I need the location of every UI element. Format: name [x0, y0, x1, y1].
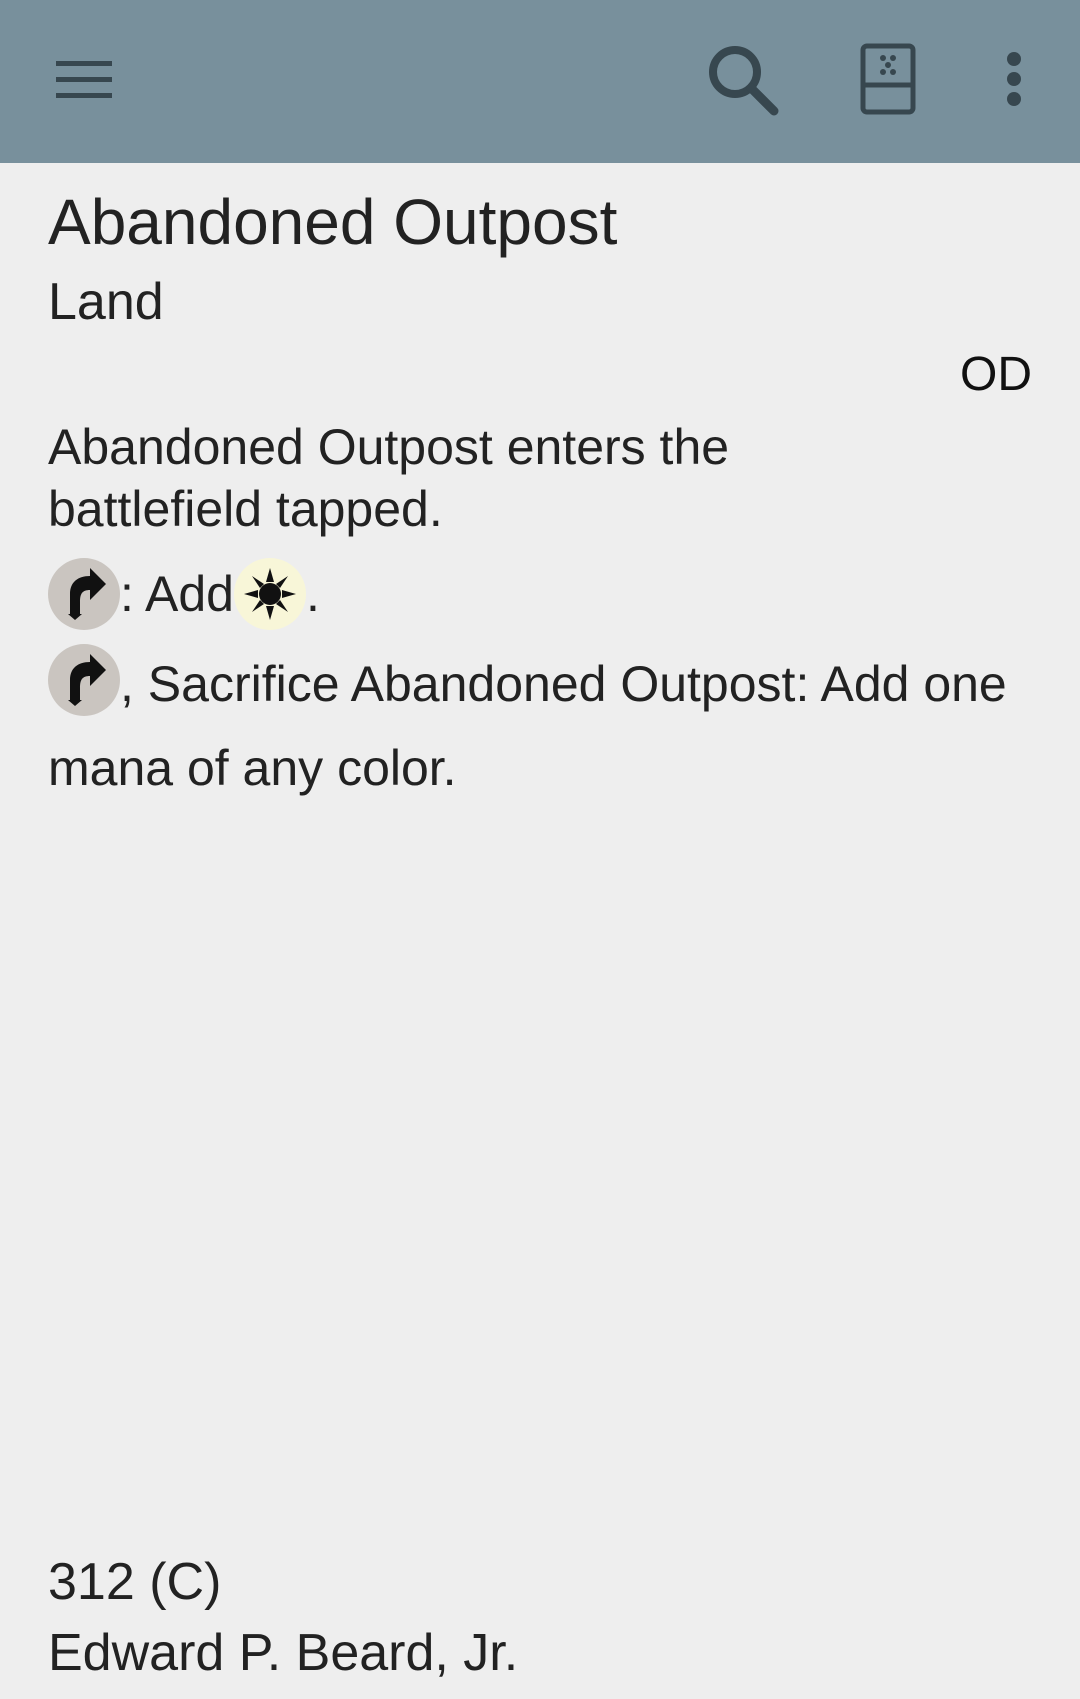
artist-name: Edward P. Beard, Jr. [48, 1624, 519, 1682]
deck-icon [859, 42, 917, 121]
app-bar [0, 0, 1080, 163]
more-options-button[interactable] [970, 37, 1058, 125]
search-button[interactable] [698, 37, 786, 125]
rules-line: : Add . [48, 558, 1038, 630]
more-vert-icon [1004, 51, 1024, 112]
hamburger-menu-icon [54, 57, 114, 106]
search-icon [704, 41, 780, 122]
collector-number: 312 (C) [48, 1553, 222, 1611]
rules-text-segment: : Add [120, 566, 234, 622]
deck-button[interactable] [844, 37, 932, 125]
card-detail [0, 163, 1080, 1699]
set-code: OD [960, 348, 1032, 401]
white-mana-icon [234, 558, 306, 630]
card-type: Land [48, 273, 164, 331]
rules-text-segment: . [306, 566, 320, 622]
rules-line: , Sacrifice Abandoned Outpost: Add one m… [48, 642, 1038, 810]
tap-symbol-icon [48, 643, 120, 716]
menu-button[interactable] [40, 37, 128, 125]
rules-text-segment: , Sacrifice Abandoned Outpost: Add one m… [48, 656, 1007, 796]
rules-text: Abandoned Outpost enters the battlefield… [48, 416, 1038, 810]
tap-symbol-icon [48, 558, 120, 630]
rules-line: Abandoned Outpost enters the battlefield… [48, 419, 730, 537]
card-name: Abandoned Outpost [48, 186, 618, 258]
